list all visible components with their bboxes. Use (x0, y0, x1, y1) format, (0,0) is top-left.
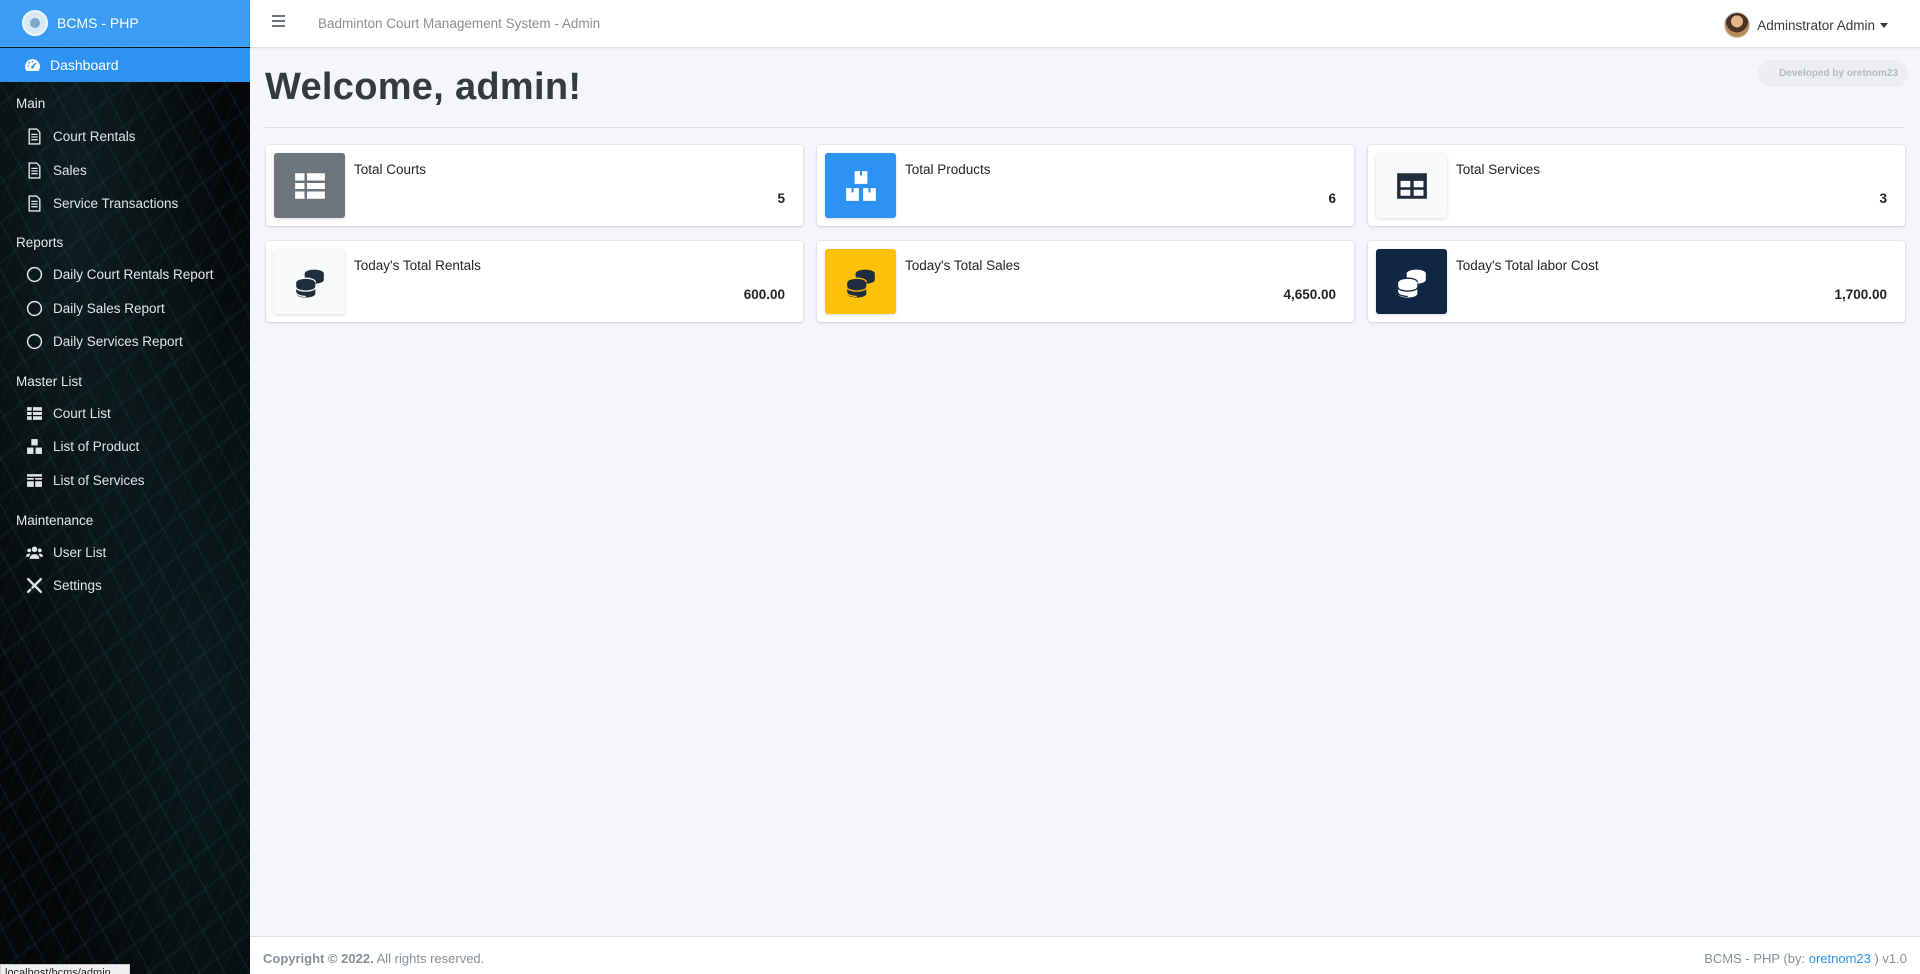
boxes-icon (825, 153, 896, 218)
grid-icon (1376, 153, 1447, 218)
avatar (1724, 12, 1751, 38)
sidebar-item-label: Daily Services Report (53, 333, 183, 349)
rights-text: All rights reserved. (373, 951, 485, 966)
nav-header-main: Main (16, 96, 46, 111)
tools-icon (26, 577, 43, 594)
users-icon (26, 544, 43, 561)
sidebar-item-label: Service Transactions (53, 195, 179, 211)
table-icon (274, 153, 345, 218)
sidebar-item-label: User List (53, 544, 107, 560)
sidebar-item-service-transactions[interactable]: Service Transactions (0, 188, 250, 218)
sidebar-item-label: List of Product (53, 438, 140, 454)
sidebar-item-daily-services-report[interactable]: Daily Services Report (0, 326, 250, 356)
sidebar-item-settings[interactable]: Settings (0, 570, 250, 600)
info-box-todays-total-labor-cost: Today's Total labor Cost 1,700.00 (1368, 241, 1905, 322)
table-icon (26, 405, 43, 422)
sidebar-item-label: Court List (53, 405, 111, 421)
nav-header-reports: Reports (16, 235, 64, 250)
grid-icon (26, 472, 43, 489)
sidebar-item-court-rentals[interactable]: Court Rentals (0, 121, 250, 151)
sidebar-item-list-of-product[interactable]: List of Product (0, 431, 250, 461)
divider (265, 127, 1905, 128)
circle-icon (26, 266, 43, 283)
chevron-down-icon (1880, 22, 1888, 28)
sidebar-item-daily-court-rentals-report[interactable]: Daily Court Rentals Report (0, 259, 250, 289)
sidebar-item-dashboard[interactable]: Dashboard (0, 48, 250, 82)
sidebar-item-label: Court Rentals (53, 128, 136, 144)
circle-icon (26, 333, 43, 350)
sidebar-item-label: Sales (53, 162, 87, 178)
info-box-todays-total-rentals: Today's Total Rentals 600.00 (266, 241, 803, 322)
info-box-label: Total Courts (354, 162, 427, 177)
coins-icon (1376, 249, 1447, 314)
file-icon (26, 161, 43, 179)
sidebar-item-label: Settings (53, 577, 102, 593)
info-box-total-courts: Total Courts 5 (266, 145, 803, 226)
dashboard-icon (24, 57, 41, 74)
boxes-icon (26, 438, 43, 455)
status-url: localhost/bcms/admin (0, 964, 130, 974)
brand-name: BCMS - PHP (57, 15, 139, 31)
sidebar-item-label: Dashboard (50, 57, 119, 73)
sidebar-item-daily-sales-report[interactable]: Daily Sales Report (0, 293, 250, 323)
sidebar-item-court-list[interactable]: Court List (0, 398, 250, 428)
sidebar-item-sales[interactable]: Sales (0, 155, 250, 185)
topbar: Badminton Court Management System - Admi… (250, 0, 1920, 48)
sidebar-item-label: Daily Sales Report (53, 300, 165, 316)
author-link[interactable]: oretnom23 (1809, 951, 1871, 966)
coins-icon (274, 249, 345, 314)
developer-badge: Developed by oretnom23 (1758, 60, 1908, 87)
user-menu[interactable]: Adminstrator Admin (1724, 12, 1888, 38)
coins-icon (825, 249, 896, 314)
info-box-value: 4,650.00 (1283, 287, 1336, 302)
info-box-value: 600.00 (743, 287, 785, 302)
info-box-todays-total-sales: Today's Total Sales 4,650.00 (817, 241, 1354, 322)
file-icon (26, 194, 43, 212)
copyright-year: Copyright © 2022. (263, 951, 374, 966)
sidebar-item-label: List of Services (53, 472, 145, 488)
info-box-value: 6 (1328, 191, 1336, 206)
page-title: Welcome, admin! (265, 66, 582, 108)
menu-toggle-icon[interactable] (272, 15, 285, 27)
sidebar-item-label: Daily Court Rentals Report (53, 266, 214, 282)
footer: Copyright © 2022. All rights reserved. B… (250, 936, 1920, 974)
user-name: Adminstrator Admin (1757, 17, 1875, 33)
info-box-label: Total Services (1456, 162, 1541, 177)
sidebar: BCMS - PHP Dashboard Main Court Rentals … (0, 0, 250, 974)
info-box-value: 3 (1879, 191, 1887, 206)
info-box-label: Total Products (905, 162, 991, 177)
info-box-total-products: Total Products 6 (817, 145, 1354, 226)
info-box-label: Today's Total labor Cost (1456, 258, 1599, 273)
sidebar-item-list-of-services[interactable]: List of Services (0, 465, 250, 495)
footer-credit: BCMS - PHP (by: oretnom23 ) v1.0 (1704, 951, 1907, 966)
credit-suffix: ) v1.0 (1870, 951, 1907, 966)
info-box-value: 5 (777, 191, 785, 206)
info-box-value: 1,700.00 (1834, 287, 1887, 302)
credit-prefix: BCMS - PHP (by: (1704, 951, 1809, 966)
circle-icon (26, 300, 43, 317)
brand-link[interactable]: BCMS - PHP (0, 0, 250, 47)
info-box-label: Today's Total Sales (905, 258, 1020, 273)
brand-logo (22, 10, 48, 36)
sidebar-item-user-list[interactable]: User List (0, 537, 250, 567)
info-box-total-services: Total Services 3 (1368, 145, 1905, 226)
nav-header-master-list: Master List (16, 374, 83, 389)
copyright: Copyright © 2022. All rights reserved. (263, 951, 484, 966)
info-box-label: Today's Total Rentals (354, 258, 481, 273)
file-icon (26, 127, 43, 145)
system-title: Badminton Court Management System - Admi… (318, 16, 601, 31)
nav-header-maintenance: Maintenance (16, 513, 94, 528)
